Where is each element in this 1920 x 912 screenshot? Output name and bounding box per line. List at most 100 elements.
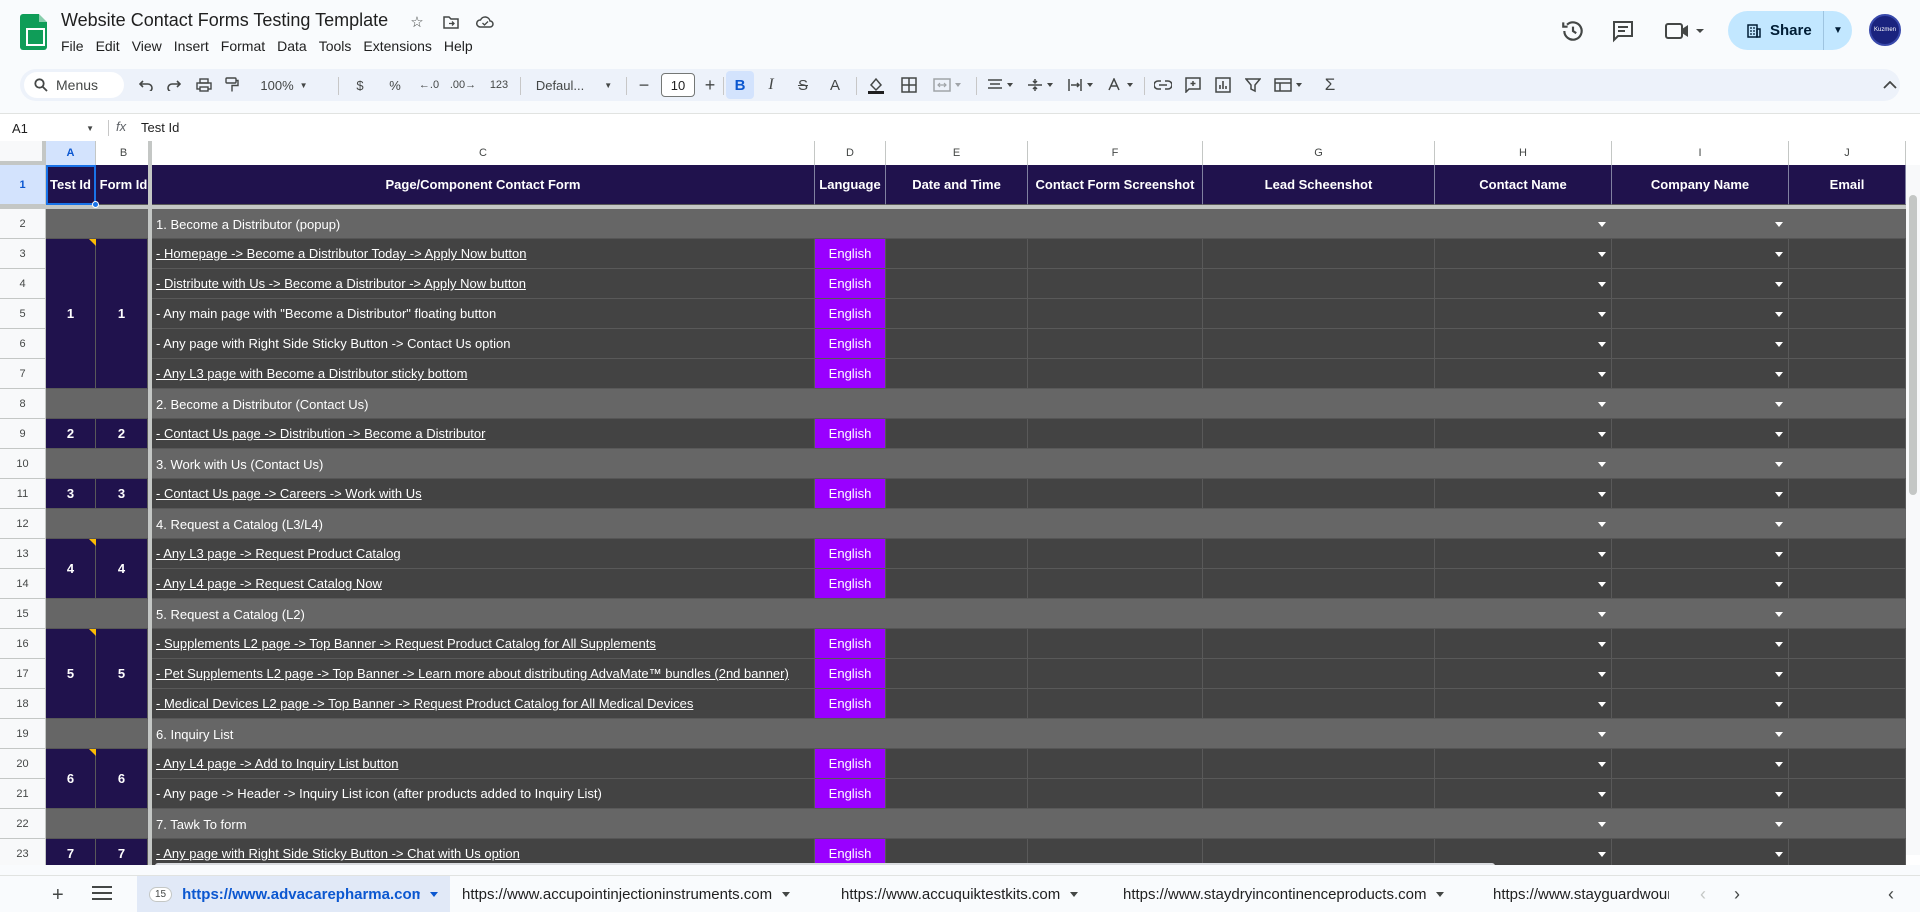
form-path-cell[interactable]: - Contact Us page -> Careers -> Work wit… xyxy=(152,479,815,509)
test-id-cell[interactable]: 6 xyxy=(46,749,96,809)
empty-cell[interactable] xyxy=(1435,269,1612,299)
empty-cell[interactable] xyxy=(1028,359,1203,389)
contact-name-dropdown-icon[interactable] xyxy=(1598,252,1606,257)
empty-cell[interactable] xyxy=(1028,659,1203,689)
empty-cell[interactable] xyxy=(1028,749,1203,779)
merge-cells-icon[interactable] xyxy=(928,69,968,101)
form-path-cell[interactable]: - Any page with Right Side Sticky Button… xyxy=(152,329,815,359)
empty-cell[interactable] xyxy=(1435,239,1612,269)
share-dropdown-icon[interactable]: ▼ xyxy=(1824,25,1852,36)
section-title[interactable]: 4. Request a Catalog (L3/L4) xyxy=(152,509,1612,539)
empty-cell[interactable] xyxy=(886,329,1028,359)
header-cell[interactable]: Company Name xyxy=(1612,165,1789,205)
row-header[interactable]: 18 xyxy=(0,689,46,719)
horizontal-scroll-thumb[interactable] xyxy=(155,863,1495,865)
company-name-dropdown-icon[interactable] xyxy=(1775,762,1783,767)
empty-cell[interactable] xyxy=(886,299,1028,329)
form-path-cell[interactable]: - Any main page with "Become a Distribut… xyxy=(152,299,815,329)
empty-cell[interactable] xyxy=(1435,839,1612,865)
empty-cell[interactable] xyxy=(1612,479,1789,509)
empty-cell[interactable] xyxy=(886,239,1028,269)
empty-cell[interactable] xyxy=(1435,419,1612,449)
contact-name-dropdown-icon[interactable] xyxy=(1598,402,1606,407)
empty-cell[interactable] xyxy=(1789,539,1906,569)
empty-cell[interactable] xyxy=(1612,689,1789,719)
text-wrapping-icon[interactable] xyxy=(1064,69,1100,101)
test-id-cell[interactable]: 1 xyxy=(46,239,96,389)
company-name-dropdown-icon[interactable] xyxy=(1775,582,1783,587)
test-id-cell[interactable]: 3 xyxy=(46,479,96,509)
empty-cell[interactable] xyxy=(1612,299,1789,329)
language-cell[interactable]: English xyxy=(815,539,886,569)
contact-name-dropdown-icon[interactable] xyxy=(1598,522,1606,527)
column-header-c[interactable]: C xyxy=(152,141,815,165)
empty-cell[interactable] xyxy=(1435,299,1612,329)
empty-cell[interactable] xyxy=(1612,359,1789,389)
row-header[interactable]: 17 xyxy=(0,659,46,689)
text-rotation-icon[interactable] xyxy=(1104,69,1140,101)
empty-cell[interactable] xyxy=(1435,539,1612,569)
language-cell[interactable]: English xyxy=(815,419,886,449)
empty-cell[interactable] xyxy=(1612,239,1789,269)
section-title[interactable]: 2. Become a Distributor (Contact Us) xyxy=(152,389,1612,419)
company-name-dropdown-icon[interactable] xyxy=(1775,432,1783,437)
empty-cell[interactable] xyxy=(886,629,1028,659)
empty-cell[interactable] xyxy=(1028,779,1203,809)
empty-cell[interactable] xyxy=(1612,839,1789,865)
header-cell[interactable]: Language xyxy=(815,165,886,205)
company-name-dropdown-icon[interactable] xyxy=(1775,462,1783,467)
meet-call-icon[interactable] xyxy=(1664,20,1706,42)
contact-name-dropdown-icon[interactable] xyxy=(1598,282,1606,287)
insert-link-icon[interactable] xyxy=(1150,69,1176,101)
strikethrough-button[interactable]: S xyxy=(790,69,816,101)
vertical-scroll-thumb[interactable] xyxy=(1909,195,1917,495)
paint-format-icon[interactable] xyxy=(220,69,244,101)
empty-cell[interactable] xyxy=(1435,689,1612,719)
menu-insert[interactable]: Insert xyxy=(168,37,215,55)
company-name-dropdown-icon[interactable] xyxy=(1775,222,1783,227)
contact-name-dropdown-icon[interactable] xyxy=(1598,492,1606,497)
name-box[interactable]: A1 ▼ xyxy=(12,118,94,138)
company-name-dropdown-icon[interactable] xyxy=(1775,852,1783,857)
menu-help[interactable]: Help xyxy=(438,37,479,55)
frozen-row-divider[interactable] xyxy=(0,205,1906,209)
empty-cell[interactable] xyxy=(886,269,1028,299)
contact-name-dropdown-icon[interactable] xyxy=(1598,792,1606,797)
version-history-icon[interactable] xyxy=(1560,18,1586,44)
header-cell[interactable]: Form Id xyxy=(96,165,152,205)
company-name-dropdown-icon[interactable] xyxy=(1775,372,1783,377)
company-name-dropdown-icon[interactable] xyxy=(1775,792,1783,797)
language-cell[interactable]: English xyxy=(815,479,886,509)
empty-cell[interactable] xyxy=(1612,539,1789,569)
empty-cell[interactable] xyxy=(1028,539,1203,569)
language-cell[interactable]: English xyxy=(815,269,886,299)
form-path-cell[interactable]: - Supplements L2 page -> Top Banner -> R… xyxy=(152,629,815,659)
share-button[interactable]: Share ▼ xyxy=(1728,11,1852,50)
sheet-tab[interactable]: https://www.stayguardwoun xyxy=(1481,876,1681,912)
row-header[interactable]: 20 xyxy=(0,749,46,779)
empty-cell[interactable] xyxy=(1203,629,1435,659)
borders-icon[interactable] xyxy=(896,69,922,101)
frozen-column-divider[interactable] xyxy=(148,141,152,865)
decrease-decimal-button[interactable]: ← .0 xyxy=(416,69,442,101)
more-formats-button[interactable]: 123 xyxy=(486,69,512,101)
empty-cell[interactable] xyxy=(1789,779,1906,809)
test-id-cell[interactable]: 4 xyxy=(46,539,96,599)
empty-cell[interactable] xyxy=(1203,419,1435,449)
company-name-dropdown-icon[interactable] xyxy=(1775,702,1783,707)
company-name-dropdown-icon[interactable] xyxy=(1775,552,1783,557)
form-path-cell[interactable]: - Homepage -> Become a Distributor Today… xyxy=(152,239,815,269)
sheets-logo-icon[interactable] xyxy=(20,14,47,50)
empty-cell[interactable] xyxy=(1435,359,1612,389)
star-icon[interactable]: ☆ xyxy=(407,12,427,32)
empty-cell[interactable] xyxy=(1789,569,1906,599)
form-path-cell[interactable]: - Any page -> Header -> Inquiry List ico… xyxy=(152,779,815,809)
header-cell[interactable]: Test Id xyxy=(46,165,96,205)
test-id-cell[interactable]: 2 xyxy=(46,419,96,449)
language-cell[interactable]: English xyxy=(815,689,886,719)
empty-cell[interactable] xyxy=(1203,239,1435,269)
form-path-cell[interactable]: - Any L3 page with Become a Distributor … xyxy=(152,359,815,389)
form-path-cell[interactable]: - Pet Supplements L2 page -> Top Banner … xyxy=(152,659,815,689)
empty-cell[interactable] xyxy=(1203,539,1435,569)
insert-chart-icon[interactable] xyxy=(1210,69,1236,101)
